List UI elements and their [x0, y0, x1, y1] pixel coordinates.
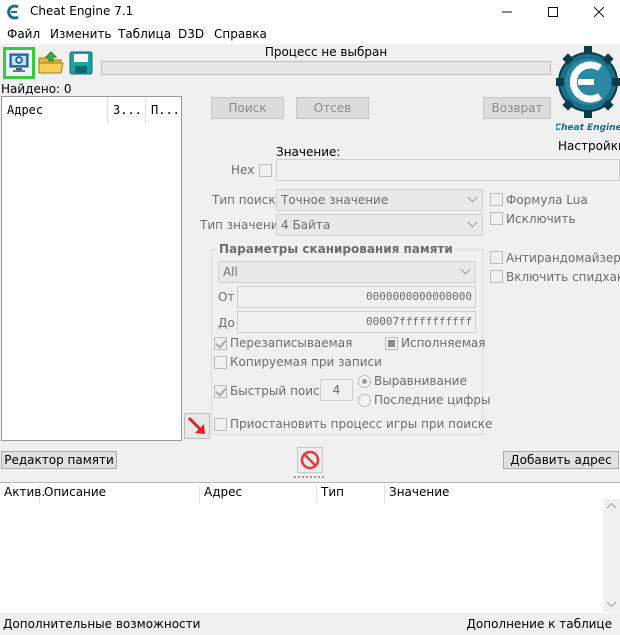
- open-process-button[interactable]: [3, 47, 35, 79]
- column-header-value[interactable]: Значение: [385, 485, 603, 503]
- start-address-input[interactable]: 0000000000000000: [237, 286, 476, 308]
- scan-results-list[interactable]: Адрес З... П...: [1, 96, 182, 441]
- splitter-handle-icon[interactable]: [292, 474, 326, 480]
- alignment-label: Выравнивание: [374, 374, 467, 388]
- column-header-value[interactable]: З...: [108, 97, 146, 123]
- from-label: От: [218, 290, 235, 304]
- memory-view-button[interactable]: Редактор памяти: [1, 451, 117, 469]
- menu-edit[interactable]: Изменить: [50, 27, 112, 41]
- writable-label: Перезаписываемая: [230, 336, 353, 350]
- add-address-button[interactable]: Добавить адрес: [503, 451, 619, 469]
- column-header-description[interactable]: Описание: [40, 485, 200, 503]
- close-button[interactable]: [576, 0, 620, 24]
- memory-region-value: All: [223, 265, 238, 279]
- chevron-down-icon: [460, 264, 471, 275]
- value-type-value: 4 Байта: [281, 218, 331, 232]
- address-table[interactable]: Актив. Описание Адрес Тип Значение: [0, 482, 620, 613]
- table-extras-link[interactable]: Дополнение к таблице: [467, 617, 612, 631]
- scan-type-value: Точное значение: [281, 193, 389, 207]
- hex-checkbox[interactable]: [259, 164, 272, 177]
- found-count-label: Найдено: 0: [1, 82, 72, 96]
- column-header-active[interactable]: Актив.: [0, 485, 45, 503]
- window-title: Cheat Engine 7.1: [30, 4, 134, 18]
- fast-scan-checkbox[interactable]: [214, 385, 227, 398]
- memory-region-select[interactable]: All: [218, 261, 476, 283]
- executable-checkbox[interactable]: [385, 337, 398, 350]
- next-scan-button[interactable]: Отсев: [296, 97, 369, 119]
- save-button[interactable]: [67, 49, 95, 77]
- menu-help[interactable]: Справка: [214, 27, 267, 41]
- unrandomizer-checkbox[interactable]: [490, 251, 503, 264]
- red-arrow-icon: [187, 416, 205, 434]
- menu-file[interactable]: Файл: [7, 27, 40, 41]
- title-bar: Cheat Engine 7.1: [0, 0, 620, 24]
- pause-game-label: Приостановить процесс игры при поиске: [230, 417, 493, 431]
- column-header-previous[interactable]: П...: [146, 97, 181, 123]
- copy-selected-button[interactable]: [184, 413, 210, 439]
- scan-type-label: Тип поиска: [212, 193, 283, 207]
- last-digits-label: Последние цифры: [374, 393, 491, 407]
- value-label: Значение:: [276, 145, 341, 159]
- maximize-button[interactable]: [530, 0, 576, 24]
- hex-label: Hex: [231, 163, 255, 177]
- lua-formula-label: Формула Lua: [506, 193, 588, 207]
- close-icon: [594, 7, 604, 17]
- logo-caption: Cheat Engine: [556, 123, 620, 133]
- chevron-down-icon: [467, 217, 478, 228]
- exclude-checkbox[interactable]: [490, 212, 503, 225]
- minimize-icon: [502, 11, 512, 13]
- undo-scan-button[interactable]: Возврат: [483, 97, 551, 119]
- value-input[interactable]: [276, 159, 620, 181]
- stop-address-input[interactable]: 00007fffffffffff: [237, 311, 476, 333]
- copy-on-write-checkbox[interactable]: [214, 356, 227, 369]
- last-digits-radio[interactable]: [358, 394, 371, 407]
- exclude-label: Исключить: [506, 212, 576, 226]
- memory-scan-title: Параметры сканирования памяти: [217, 242, 455, 256]
- folder-open-icon: [38, 51, 64, 74]
- scroll-up-icon[interactable]: [607, 503, 616, 509]
- column-header-address[interactable]: Адрес: [200, 485, 317, 503]
- process-label: Процесс не выбран: [264, 45, 388, 59]
- executable-label: Исполняемая: [401, 336, 486, 350]
- value-type-label: Тип значения: [200, 218, 286, 232]
- save-icon: [69, 51, 93, 75]
- column-header-type[interactable]: Тип: [317, 485, 385, 503]
- unrandomizer-label: Антирандомайзер: [506, 251, 620, 265]
- clear-list-button[interactable]: [297, 447, 323, 473]
- stop-icon: [300, 450, 320, 470]
- menu-table[interactable]: Таблица: [118, 27, 171, 41]
- chevron-down-icon: [467, 192, 478, 203]
- speedhack-label: Включить спидхак: [506, 270, 620, 284]
- advanced-options-link[interactable]: Дополнительные возможности: [3, 617, 200, 631]
- alignment-radio[interactable]: [358, 375, 371, 388]
- first-scan-button[interactable]: Поиск: [211, 97, 284, 119]
- to-label: До: [218, 316, 235, 330]
- pause-game-checkbox[interactable]: [214, 418, 227, 431]
- maximize-icon: [548, 7, 558, 17]
- vertical-scrollbar[interactable]: [603, 499, 620, 612]
- scan-progress-bar: [101, 61, 551, 75]
- writable-checkbox[interactable]: [214, 337, 227, 350]
- settings-link[interactable]: Настройки: [558, 139, 620, 153]
- cheat-engine-icon: [7, 4, 19, 20]
- scroll-down-icon[interactable]: [607, 601, 616, 607]
- computer-icon: [9, 53, 29, 72]
- open-file-button[interactable]: [37, 49, 65, 77]
- cheat-engine-logo[interactable]: Cheat Engine: [556, 44, 620, 136]
- value-type-select[interactable]: 4 Байта: [276, 214, 483, 236]
- menu-d3d[interactable]: D3D: [178, 27, 204, 41]
- speedhack-checkbox[interactable]: [490, 270, 503, 283]
- menu-bar: Файл Изменить Таблица D3D Справка: [0, 24, 620, 44]
- minimize-button[interactable]: [484, 0, 530, 24]
- lua-formula-checkbox[interactable]: [490, 193, 503, 206]
- status-bar: Дополнительные возможности Дополнение к …: [0, 614, 620, 635]
- fast-scan-label: Быстрый поиск: [230, 384, 327, 398]
- copy-on-write-label: Копируемая при записи: [230, 355, 382, 369]
- scan-type-select[interactable]: Точное значение: [276, 189, 483, 211]
- column-header-address[interactable]: Адрес: [2, 97, 108, 123]
- fast-scan-alignment-input[interactable]: 4: [320, 379, 353, 401]
